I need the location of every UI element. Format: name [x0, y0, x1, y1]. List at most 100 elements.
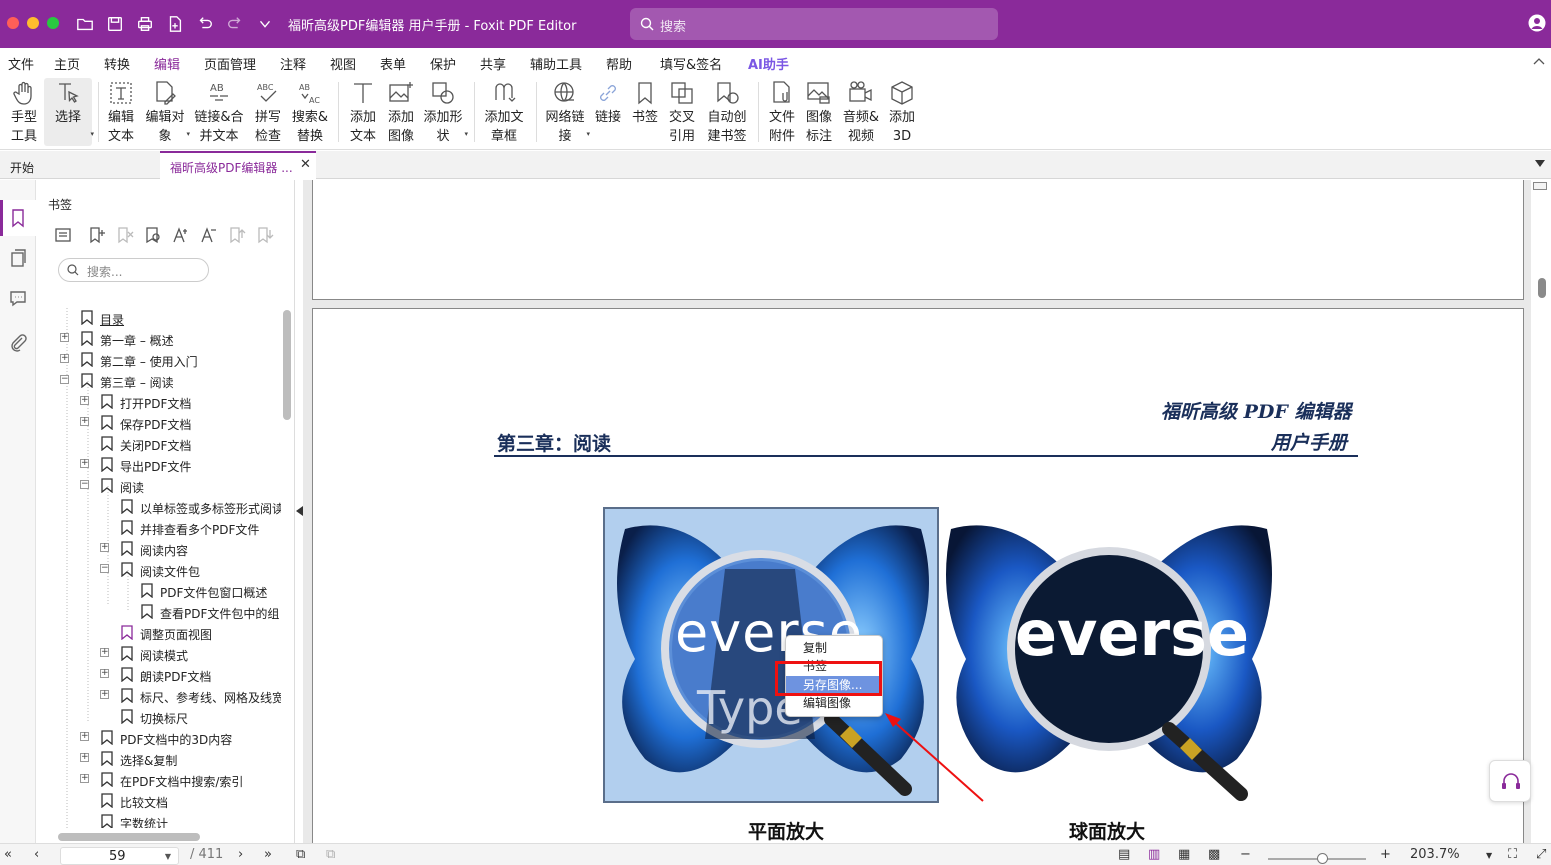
document-vertical-scrollbar[interactable]: [1531, 180, 1551, 843]
facing-page-icon[interactable]: ▦: [1178, 847, 1190, 862]
bookmark-button[interactable]: 书签: [628, 78, 662, 146]
image-annotation-button[interactable]: 图像 标注: [800, 78, 838, 146]
last-page-icon[interactable]: »: [264, 847, 272, 862]
add-3d-button[interactable]: 添加 3D: [884, 78, 920, 146]
auto-bookmark-button[interactable]: 自动创 建书签: [704, 78, 750, 146]
menu-page-management[interactable]: 页面管理: [204, 54, 256, 73]
edit-text-button[interactable]: 编辑 文本: [102, 78, 140, 146]
next-page-icon[interactable]: ›: [238, 847, 243, 862]
page-number-input[interactable]: 59 ▼: [60, 847, 179, 865]
minimize-window-button[interactable]: [27, 17, 39, 29]
menu-comment[interactable]: 注释: [280, 54, 306, 73]
close-tab-icon[interactable]: ✕: [300, 157, 311, 172]
fit-page-icon[interactable]: ⛶: [1508, 847, 1517, 862]
first-page-icon[interactable]: «: [4, 847, 12, 862]
shrink-text-size-icon[interactable]: [200, 226, 220, 246]
audio-video-button[interactable]: 音频& 视频: [840, 78, 882, 146]
cross-reference-icon: [668, 78, 696, 108]
menu-home[interactable]: 主页: [54, 54, 80, 73]
link-button[interactable]: 链接: [592, 78, 624, 146]
zoom-level[interactable]: 203.7%: [1410, 847, 1460, 862]
customize-toolbar-icon[interactable]: [254, 13, 276, 35]
expand-icon: +: [80, 395, 89, 405]
collapse-panel-icon[interactable]: [296, 506, 303, 516]
menu-help[interactable]: 帮助: [606, 54, 632, 73]
global-search-box[interactable]: 搜索: [630, 8, 998, 40]
context-edit-image[interactable]: 编辑图像: [786, 694, 882, 712]
audio-video-label: 音频& 视频: [842, 110, 880, 144]
edit-object-button[interactable]: 编辑对 象 ▾: [142, 78, 190, 146]
bookmark-options-icon[interactable]: [54, 226, 74, 246]
previous-view-icon[interactable]: ⧉: [296, 847, 305, 862]
document-scroll-thumb[interactable]: [1538, 278, 1546, 298]
continuous-page-icon[interactable]: ▥: [1148, 847, 1160, 862]
promote-bookmark-icon[interactable]: [228, 226, 248, 246]
menu-file[interactable]: 文件: [8, 54, 34, 73]
menu-fill-sign[interactable]: 填写&签名: [660, 54, 722, 73]
document-view[interactable]: 福昕高级 PDF 编辑器 用户手册 第三章：阅读 everse Type eve…: [303, 180, 1531, 848]
find-bookmark-icon[interactable]: [144, 226, 164, 246]
menu-ai-assistant[interactable]: AI助手: [748, 54, 789, 73]
single-page-icon[interactable]: ▤: [1118, 847, 1130, 862]
menu-convert[interactable]: 转换: [104, 54, 130, 73]
zoom-in-icon[interactable]: +: [1380, 847, 1391, 862]
menu-share[interactable]: 共享: [480, 54, 506, 73]
undo-icon[interactable]: [194, 13, 216, 35]
menu-protect[interactable]: 保护: [430, 54, 456, 73]
bookmark-horizontal-scrollbar[interactable]: [58, 833, 200, 841]
redo-icon[interactable]: [224, 13, 246, 35]
bookmarks-panel-icon[interactable]: [8, 208, 28, 228]
print-icon[interactable]: [134, 13, 156, 35]
file-attachment-button[interactable]: 文件 附件: [764, 78, 800, 146]
support-chat-button[interactable]: [1489, 760, 1531, 802]
menu-accessibility[interactable]: 辅助工具: [530, 54, 582, 73]
hand-tool-button[interactable]: 手型 工具: [4, 78, 44, 146]
select-text-icon: [54, 78, 82, 108]
previous-page-icon[interactable]: ‹: [34, 847, 39, 862]
menu-form[interactable]: 表单: [380, 54, 406, 73]
close-window-button[interactable]: [7, 17, 19, 29]
fullscreen-icon[interactable]: ⤢: [1536, 847, 1546, 862]
collapse-ribbon-icon[interactable]: [1533, 56, 1545, 66]
search-replace-button[interactable]: AB AC 搜索& 替换: [290, 78, 330, 146]
attachments-panel-icon[interactable]: [8, 332, 28, 352]
zoom-slider-handle[interactable]: [1317, 853, 1329, 864]
new-document-icon[interactable]: [164, 13, 186, 35]
chevron-down-icon[interactable]: ▼: [165, 852, 171, 861]
zoom-out-icon[interactable]: −: [1240, 847, 1251, 862]
demote-bookmark-icon[interactable]: [256, 226, 276, 246]
tab-document[interactable]: 福昕高级PDF编辑器 ...: [160, 151, 316, 179]
page-header-title: 福昕高级 PDF 编辑器: [1161, 401, 1352, 423]
delete-bookmark-icon[interactable]: [116, 226, 136, 246]
search-icon: [67, 264, 79, 276]
continuous-facing-icon[interactable]: ▩: [1208, 847, 1220, 862]
chevron-down-icon[interactable]: ▼: [1486, 851, 1492, 860]
save-icon[interactable]: [104, 13, 126, 35]
context-copy[interactable]: 复制: [786, 639, 882, 657]
cross-reference-button[interactable]: 交叉 引用: [664, 78, 700, 146]
tab-start[interactable]: 开始: [0, 151, 156, 179]
open-folder-icon[interactable]: [74, 13, 96, 35]
link-merge-text-label: 链接&合 并文本: [194, 110, 244, 144]
add-image-button[interactable]: 添加 图像: [382, 78, 420, 146]
spell-check-button[interactable]: ABC 拼写 检查: [250, 78, 286, 146]
add-text-button[interactable]: 添加 文本: [344, 78, 382, 146]
next-view-icon[interactable]: ⧉: [326, 847, 335, 862]
pages-panel-icon[interactable]: [8, 248, 28, 268]
bookmark-search-input[interactable]: 搜索...: [58, 258, 209, 282]
comments-panel-icon[interactable]: [8, 288, 28, 308]
menu-view[interactable]: 视图: [330, 54, 356, 73]
select-tool-button[interactable]: 选择 ▾: [44, 78, 94, 146]
tab-list-icon[interactable]: [1535, 160, 1545, 168]
link-merge-text-button[interactable]: AB 链接&合 并文本: [192, 78, 246, 146]
zoom-window-button[interactable]: [47, 17, 59, 29]
account-icon[interactable]: [1528, 14, 1546, 32]
menu-edit[interactable]: 编辑: [154, 54, 181, 76]
new-bookmark-icon[interactable]: [88, 226, 108, 246]
add-article-box-button[interactable]: 添加文 章框: [480, 78, 528, 146]
add-shape-button[interactable]: 添加形 状 ▾: [420, 78, 468, 146]
split-view-handle[interactable]: [1533, 182, 1547, 190]
bookmark-vertical-scrollbar[interactable]: [283, 310, 291, 420]
expand-text-size-icon[interactable]: [172, 226, 192, 246]
web-links-button[interactable]: 网络链 接 ▾: [542, 78, 590, 146]
